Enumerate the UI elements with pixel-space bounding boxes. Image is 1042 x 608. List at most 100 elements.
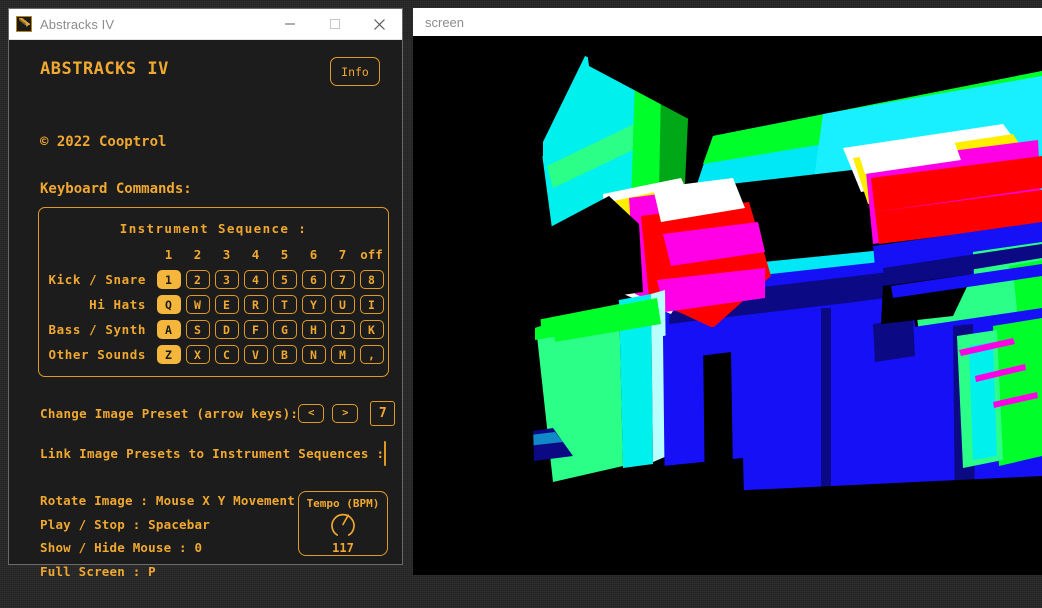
key-button[interactable]: X — [185, 345, 210, 364]
row-label-other-sounds: Other Sounds — [48, 347, 146, 362]
link-presets-label: Link Image Presets to Instrument Sequenc… — [40, 445, 385, 461]
app-content: ABSTRACKS IV Info © 2022 Cooptrol Keyboa… — [9, 40, 402, 579]
row-label-kick-snare: Kick / Snare — [48, 272, 146, 287]
screen-title-bar[interactable]: screen — [413, 8, 1042, 36]
app-title-bar[interactable]: Abstracks IV — [9, 9, 402, 40]
key-button[interactable]: S — [185, 320, 210, 339]
key-row-bass-synth: Bass / Synth A S D F G H J K — [39, 317, 388, 342]
command-rotate-image: Rotate Image : Mouse X Y Movement — [40, 493, 295, 508]
key-button[interactable]: M — [330, 345, 355, 364]
key-button[interactable]: V — [243, 345, 268, 364]
preset-next-button[interactable]: > — [332, 403, 359, 423]
key-cell: A — [154, 320, 183, 339]
image-preset-controls: < > 7 — [298, 400, 396, 426]
copyright-text: © 2022 Cooptrol — [40, 134, 167, 150]
key-cell: V — [241, 345, 270, 364]
key-button[interactable]: I — [359, 295, 384, 314]
column-header-6: 6 — [309, 247, 318, 262]
key-button[interactable]: F — [243, 320, 268, 339]
column-header-7: 7 — [338, 247, 347, 262]
page-title: ABSTRACKS IV — [40, 59, 169, 79]
key-button[interactable]: T — [272, 295, 297, 314]
keyboard-commands-heading: Keyboard Commands: — [40, 181, 192, 197]
key-button[interactable]: 3 — [214, 270, 239, 289]
app-window-title: Abstracks IV — [40, 16, 115, 32]
key-cell: E — [212, 295, 241, 314]
maximize-icon[interactable] — [312, 9, 357, 39]
tempo-knob-icon[interactable] — [328, 511, 358, 541]
key-cell: W — [183, 295, 212, 314]
link-presets-row: Link Image Presets to Instrument Sequenc… — [40, 440, 387, 466]
key-button[interactable]: R — [243, 295, 268, 314]
key-cell: B — [270, 345, 299, 364]
key-cell: Z — [154, 345, 183, 364]
key-button[interactable]: C — [214, 345, 239, 364]
key-cell: U — [328, 295, 357, 314]
image-preset-row: Change Image Preset (arrow keys): < > 7 — [40, 400, 396, 426]
column-header-row: 1 2 3 4 5 6 7 off — [39, 242, 388, 267]
screen-window-title: screen — [425, 14, 465, 30]
column-header-2: 2 — [193, 247, 202, 262]
key-button[interactable]: Q — [156, 295, 181, 314]
instrument-sequence-title: Instrument Sequence : — [119, 221, 308, 236]
key-button[interactable]: N — [301, 345, 326, 364]
minimize-icon[interactable] — [267, 9, 312, 39]
row-label-hi-hats: Hi Hats — [89, 297, 146, 312]
key-cell: , — [357, 345, 386, 364]
app-logo-icon — [16, 16, 32, 32]
key-row-kick-snare: Kick / Snare 1 2 3 4 5 6 7 8 — [39, 267, 388, 292]
preset-prev-button[interactable]: < — [298, 403, 325, 423]
command-full-screen: Full Screen : P — [40, 564, 156, 580]
image-preset-label: Change Image Preset (arrow keys): — [40, 405, 299, 421]
key-button[interactable]: 2 — [185, 270, 210, 289]
key-cell: 7 — [328, 270, 357, 289]
key-button[interactable]: 8 — [359, 270, 384, 289]
key-button[interactable]: Z — [156, 345, 181, 364]
key-button[interactable]: 5 — [272, 270, 297, 289]
key-cell: K — [357, 320, 386, 339]
link-presets-checkbox[interactable] — [384, 440, 387, 466]
instrument-sequence-panel: Instrument Sequence : 1 2 3 4 5 6 7 off — [38, 207, 389, 377]
column-header-3: 3 — [222, 247, 231, 262]
desktop-background: Abstracks IV ABSTRACKS IV Info © 2022 Co… — [0, 0, 1042, 608]
key-cell: Y — [299, 295, 328, 314]
key-cell: 2 — [183, 270, 212, 289]
key-button[interactable]: G — [272, 320, 297, 339]
tempo-value: 117 — [332, 541, 354, 555]
key-cell: 5 — [270, 270, 299, 289]
key-button[interactable]: H — [301, 320, 326, 339]
key-button[interactable]: D — [214, 320, 239, 339]
key-button[interactable]: A — [156, 320, 181, 339]
key-button[interactable]: U — [330, 295, 355, 314]
keyboard-grid: 1 2 3 4 5 6 7 off Kick / Snare 1 2 3 4 5… — [39, 242, 388, 367]
key-button[interactable]: 6 — [301, 270, 326, 289]
close-icon[interactable] — [357, 9, 402, 39]
key-button[interactable]: E — [214, 295, 239, 314]
key-cell: X — [183, 345, 212, 364]
info-button[interactable]: Info — [330, 57, 380, 86]
key-button[interactable]: K — [359, 320, 384, 339]
abstracks-app-window: Abstracks IV ABSTRACKS IV Info © 2022 Co… — [8, 8, 403, 579]
tempo-control[interactable]: Tempo (BPM) 117 — [298, 491, 388, 556]
key-button[interactable]: W — [185, 295, 210, 314]
key-cell: 3 — [212, 270, 241, 289]
key-button[interactable]: 7 — [330, 270, 355, 289]
key-cell: T — [270, 295, 299, 314]
abstract-3d-render-canvas[interactable] — [413, 36, 1042, 575]
key-row-hi-hats: Hi Hats Q W E R T Y U I — [39, 292, 388, 317]
key-cell: 8 — [357, 270, 386, 289]
key-button[interactable]: J — [330, 320, 355, 339]
key-button[interactable]: B — [272, 345, 297, 364]
key-cell: R — [241, 295, 270, 314]
window-controls — [267, 9, 402, 39]
command-list: Rotate Image : Mouse X Y Movement Play /… — [40, 489, 295, 584]
tempo-label: Tempo (BPM) — [306, 497, 380, 510]
column-header-off: off — [360, 247, 383, 262]
key-button[interactable]: , — [359, 345, 384, 364]
key-cell: D — [212, 320, 241, 339]
key-button[interactable]: 1 — [156, 270, 181, 289]
column-header-5: 5 — [280, 247, 289, 262]
key-button[interactable]: 4 — [243, 270, 268, 289]
preset-value-display: 7 — [370, 400, 396, 426]
key-button[interactable]: Y — [301, 295, 326, 314]
